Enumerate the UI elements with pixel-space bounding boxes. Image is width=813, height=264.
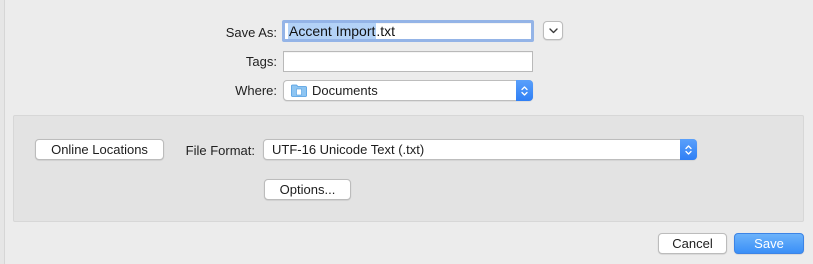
save-button[interactable]: Save: [734, 233, 804, 254]
where-popup[interactable]: Documents: [283, 80, 533, 101]
chevron-down-icon: [548, 27, 558, 33]
up-down-arrows-icon: [521, 85, 528, 96]
where-value: Documents: [312, 83, 378, 98]
save-as-field[interactable]: Accent Import .txt: [282, 20, 534, 42]
file-format-stepper: [680, 139, 697, 160]
save-as-label: Save As:: [225, 25, 277, 40]
options-button[interactable]: Options...: [264, 179, 351, 200]
file-format-value: UTF-16 Unicode Text (.txt): [272, 142, 425, 157]
folder-icon: [291, 84, 307, 97]
filename-selected-text: Accent Import: [288, 23, 377, 39]
window-edge: [0, 0, 5, 264]
cancel-button[interactable]: Cancel: [658, 233, 727, 254]
up-down-arrows-icon: [685, 144, 692, 155]
online-locations-button[interactable]: Online Locations: [35, 139, 164, 160]
tags-field[interactable]: [283, 51, 533, 72]
filename-extension-text: .txt: [376, 23, 396, 39]
tags-label: Tags:: [245, 54, 277, 69]
expand-dialog-button[interactable]: [543, 21, 563, 40]
where-stepper: [516, 80, 533, 101]
file-format-popup[interactable]: UTF-16 Unicode Text (.txt): [263, 139, 697, 160]
where-label: Where:: [235, 83, 277, 98]
file-format-label: File Format:: [185, 143, 255, 158]
options-panel: [13, 115, 804, 222]
